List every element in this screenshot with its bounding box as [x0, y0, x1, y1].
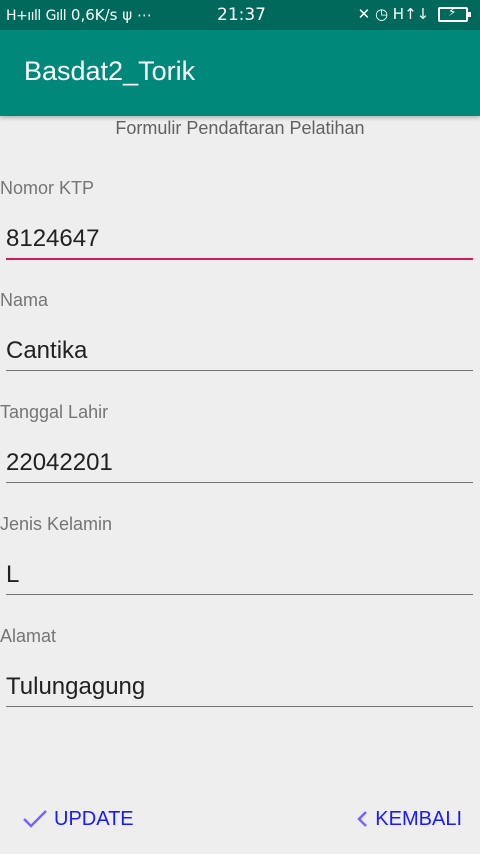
form-title: Formulir Pendaftaran Pelatihan	[115, 118, 365, 138]
network-speed: 0,6K/s	[70, 6, 118, 24]
label-tanggal-lahir: Tanggal Lahir	[0, 402, 109, 422]
label-alamat: Alamat	[0, 626, 57, 646]
app-bar: Basdat2_Torik	[0, 30, 480, 116]
nomor-ktp-input[interactable]	[6, 220, 473, 260]
update-button[interactable]: UPDATE	[22, 802, 134, 836]
tanggal-lahir-input[interactable]	[6, 444, 473, 483]
kembali-button[interactable]: KEMBALI	[355, 802, 462, 836]
more-icon: ⋯	[136, 6, 152, 24]
update-label: UPDATE	[54, 807, 134, 830]
battery-icon: ⚡	[438, 5, 471, 22]
label-jenis-kelamin: Jenis Kelamin	[0, 514, 113, 534]
charging-icon: ⚡	[448, 5, 457, 19]
status-left-icons: H+ııll Gıll 0,6K/s ψ ⋯	[6, 6, 152, 24]
status-right-icons: ✕ ◷ H↑↓ ⚡	[357, 5, 471, 23]
alamat-input[interactable]	[6, 668, 473, 707]
chevron-left-icon	[357, 811, 368, 827]
signal-2-icon: Gıll	[45, 8, 67, 24]
signal-1-icon: H+ııll	[6, 8, 41, 24]
usb-icon: ψ	[122, 6, 133, 24]
label-nama: Nama	[0, 290, 49, 310]
status-bar: H+ııll Gıll 0,6K/s ψ ⋯ 21:37 ✕ ◷ H↑↓ ⚡	[0, 0, 480, 30]
check-icon	[23, 810, 47, 828]
kembali-label: KEMBALI	[375, 807, 462, 830]
app-title: Basdat2_Torik	[24, 56, 196, 86]
status-time: 21:37	[217, 5, 266, 25]
nama-input[interactable]	[6, 332, 473, 371]
notification-icons: ✕ ◷ H↑↓	[357, 5, 430, 23]
label-nomor-ktp: Nomor KTP	[0, 178, 95, 198]
jenis-kelamin-input[interactable]	[6, 556, 473, 595]
